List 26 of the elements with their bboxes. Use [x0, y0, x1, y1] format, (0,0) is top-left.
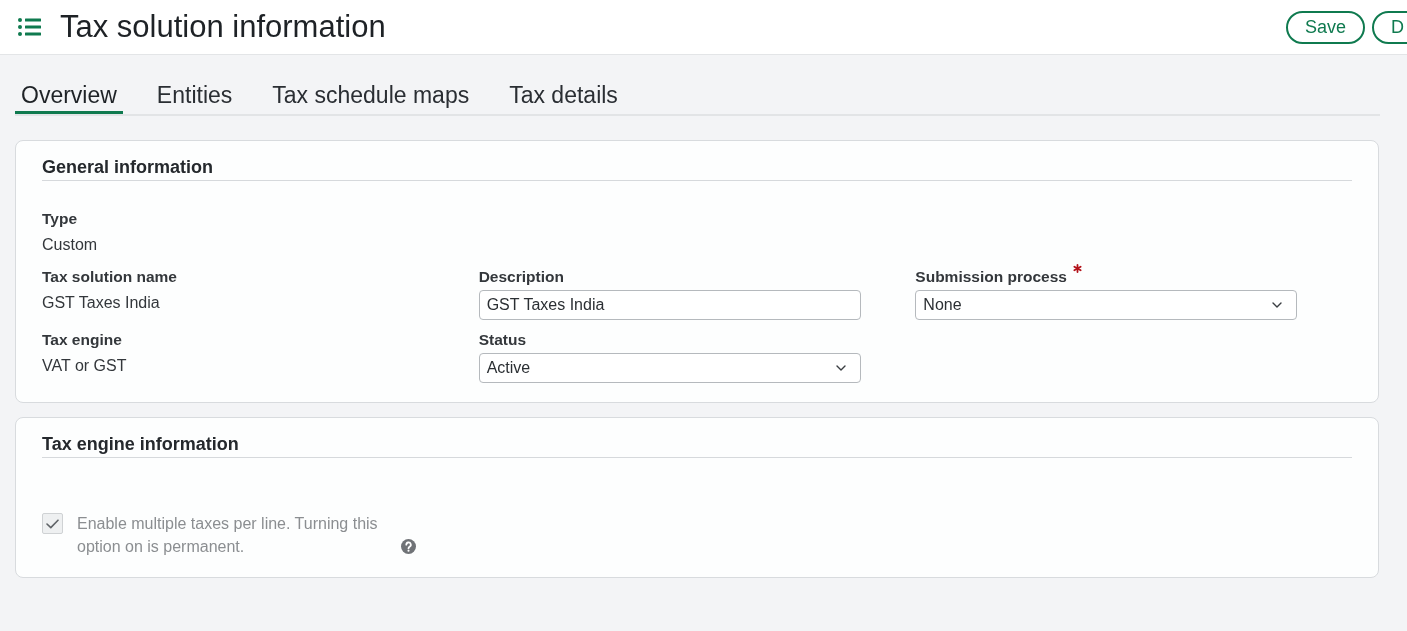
chevron-down-icon — [835, 365, 846, 371]
tab[interactable]: Tax schedule maps — [266, 81, 476, 114]
chevron-down-icon — [1272, 302, 1283, 308]
text-input[interactable]: GST Taxes India — [478, 290, 861, 320]
field-value: GST Taxes India — [42, 293, 161, 313]
checkmark-icon — [46, 518, 59, 529]
field-label: Type — [42, 209, 78, 229]
menu-icon[interactable] — [18, 18, 41, 36]
header-button[interactable]: D — [1372, 10, 1407, 44]
checkbox-label: Enable multiple taxes per line. Turning this option on is permanent. — [77, 514, 379, 557]
tab[interactable]: Entities — [150, 81, 239, 114]
section-title: General information — [42, 156, 1352, 181]
tab[interactable]: Tax details — [503, 81, 624, 114]
field-label: Status — [478, 330, 527, 350]
field-value: VAT or GST — [42, 356, 128, 376]
select-dropdown[interactable]: Active — [478, 353, 861, 383]
field-label: Submission process — [915, 267, 1067, 287]
tab[interactable]: Overview — [15, 81, 123, 114]
save-button[interactable]: Save — [1285, 10, 1365, 44]
page-title: Tax solution information — [60, 9, 386, 45]
field-label: Description — [478, 267, 564, 287]
field-value: Custom — [42, 235, 99, 255]
field-label: Tax solution name — [42, 267, 177, 287]
section-title: Tax engine information — [42, 433, 1352, 458]
select-dropdown[interactable]: None — [915, 290, 1298, 320]
field-label: Tax engine — [42, 330, 122, 350]
